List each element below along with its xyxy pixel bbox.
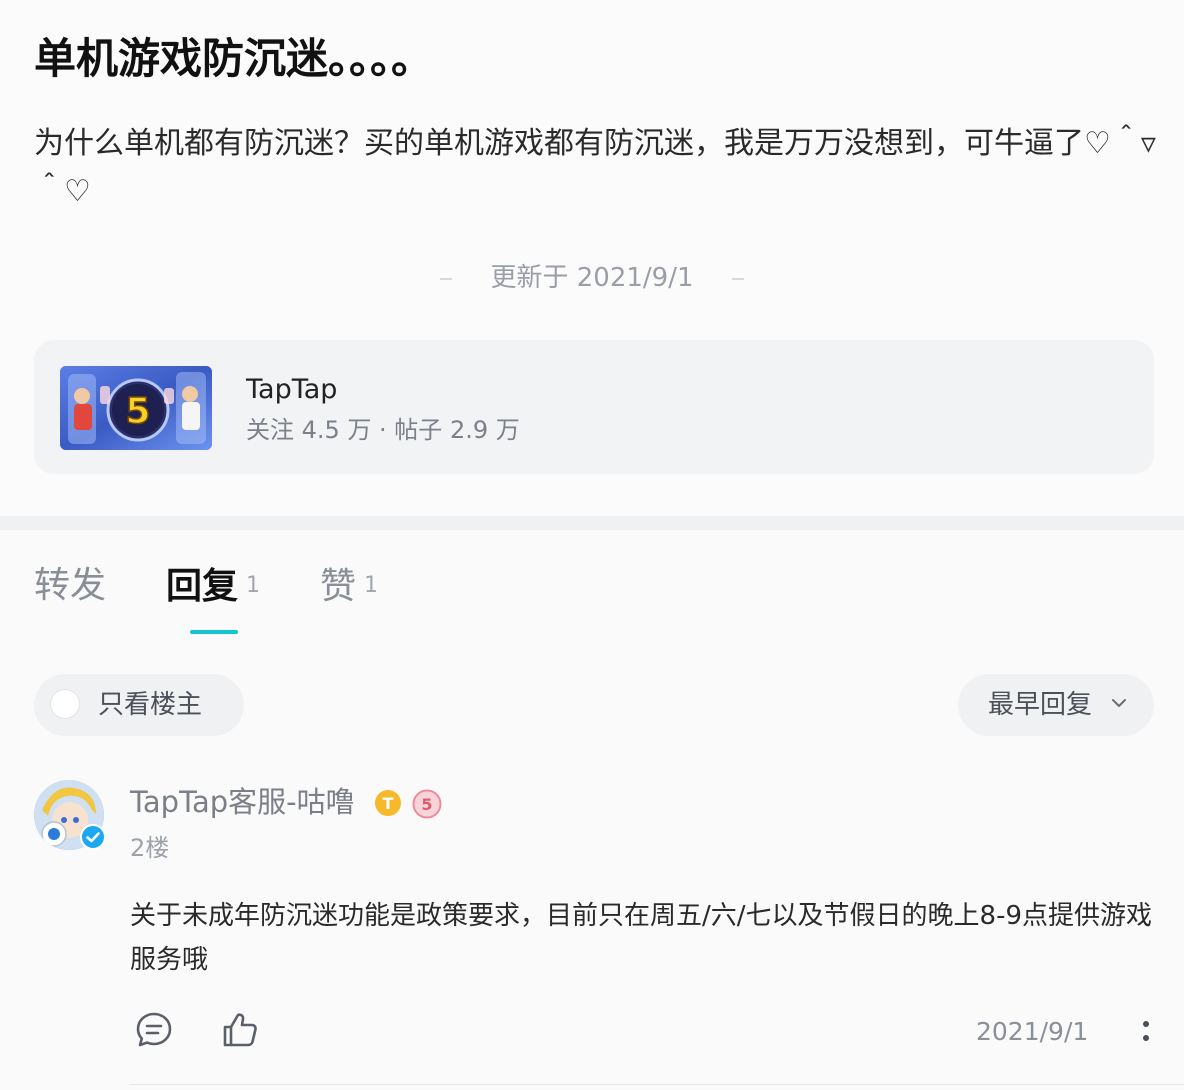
divider-dash-left <box>440 277 453 280</box>
thumbs-up-icon[interactable] <box>220 1010 260 1050</box>
app-stats: 关注 4.5 万 · 帖子 2.9 万 <box>246 416 520 444</box>
taptap-official-badge-icon: T <box>375 790 401 816</box>
sort-label: 最早回复 <box>988 690 1093 720</box>
op-only-label: 只看楼主 <box>98 690 203 720</box>
avatar[interactable] <box>34 780 106 850</box>
tab-repost[interactable]: 转发 <box>34 560 106 612</box>
updated-line: 更新于 2021/9/1 <box>0 258 1184 298</box>
reply-item: TapTap客服-咕噜 T 5 2楼 关于未成年防沉迷功能是政策要求，目前只在周… <box>0 760 1184 1090</box>
app-name: TapTap <box>246 374 338 405</box>
tab-repost-label: 转发 <box>34 565 107 606</box>
svg-text:5: 5 <box>421 795 432 814</box>
svg-text:5: 5 <box>125 391 150 432</box>
active-tab-indicator <box>190 630 238 634</box>
section-divider <box>0 516 1184 530</box>
reply-floor: 2楼 <box>130 834 170 862</box>
tab-likes[interactable]: 赞1 <box>320 560 378 613</box>
tab-replies-label: 回复 <box>166 566 239 607</box>
game-cover-image: 5 <box>60 366 212 450</box>
comment-icon[interactable] <box>134 1010 174 1050</box>
verified-icon <box>80 824 106 850</box>
svg-text:T: T <box>383 794 394 813</box>
updated-text: 更新于 2021/9/1 <box>490 263 694 293</box>
divider-dash-right <box>731 277 744 280</box>
sort-dropdown[interactable]: 最早回复 <box>958 674 1154 736</box>
post-body: 为什么单机都有防沉迷？买的单机游戏都有防沉迷，我是万万没想到，可牛逼了♡＾▿＾♡ <box>34 126 1156 209</box>
post-section: 单机游戏防沉迷。。。。 为什么单机都有防沉迷？买的单机游戏都有防沉迷，我是万万没… <box>0 0 1184 516</box>
more-options-icon[interactable] <box>1136 1014 1156 1050</box>
reply-divider <box>130 1084 1184 1085</box>
op-only-toggle[interactable]: 只看楼主 <box>34 674 244 736</box>
tab-bar: 转发 回复 1 赞1 <box>0 530 1184 650</box>
app-card[interactable]: 5 TapTap 关注 4.5 万 · 帖子 2.9 万 <box>34 340 1154 474</box>
radio-circle-icon[interactable] <box>50 689 80 719</box>
tab-likes-label: 赞 <box>320 566 357 607</box>
tab-replies[interactable]: 回复 1 <box>166 560 260 613</box>
level-5-badge-icon: 5 <box>412 789 442 819</box>
reply-content: 关于未成年防沉迷功能是政策要求，目前只在周五/六/七以及节假日的晚上8-9点提供… <box>130 901 1152 975</box>
post-title: 单机游戏防沉迷。。。。 <box>34 34 434 83</box>
chevron-down-icon <box>1112 699 1126 707</box>
tab-replies-count: 1 <box>246 573 261 598</box>
reply-username[interactable]: TapTap客服-咕噜 <box>130 780 355 824</box>
tab-likes-count: 1 <box>364 573 379 598</box>
reply-date: 2021/9/1 <box>976 1017 1089 1046</box>
